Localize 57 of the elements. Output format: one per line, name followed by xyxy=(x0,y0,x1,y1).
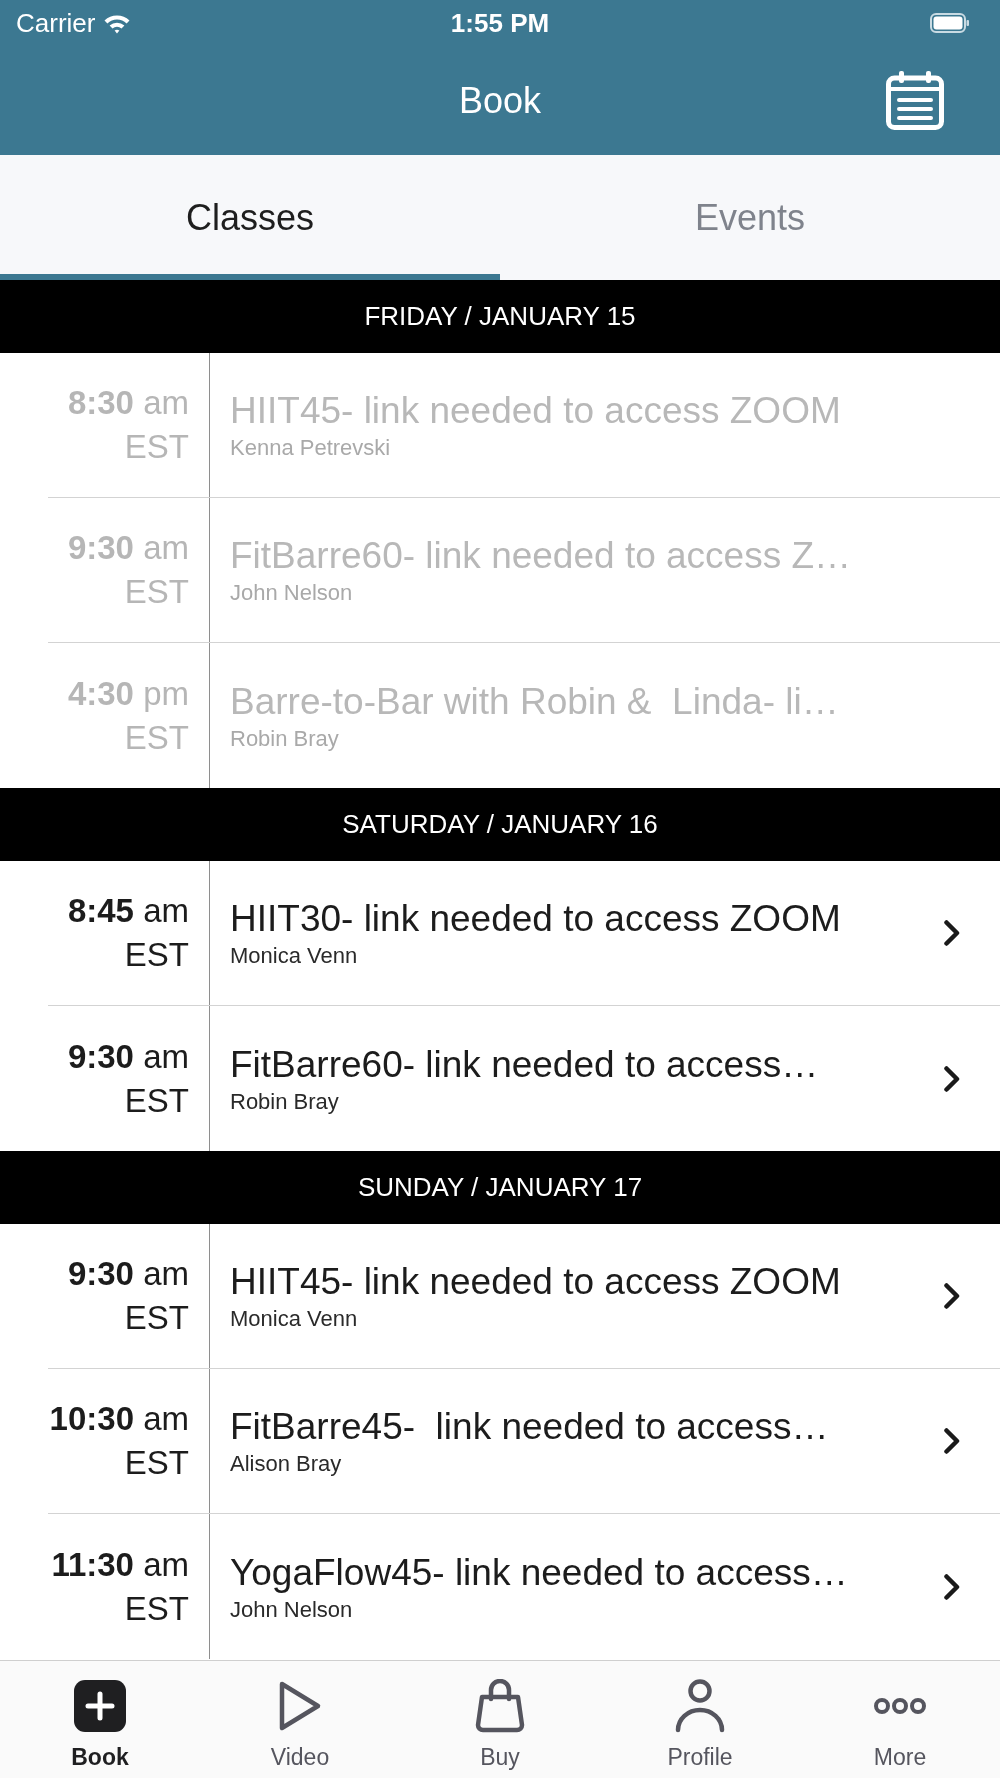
time-zone: EST xyxy=(124,427,189,467)
instructor-name: Alison Bray xyxy=(230,1450,342,1478)
class-time: 9:30 am xyxy=(67,1036,189,1077)
class-time: 4:30 pm xyxy=(67,673,189,714)
tab-bar-item[interactable]: Profile xyxy=(600,1661,800,1778)
time-zone: EST xyxy=(124,935,189,975)
instructor-name: John Nelson xyxy=(230,579,353,607)
class-title: Barre-to-Bar with Robin & Linda- li… xyxy=(230,679,839,724)
time-zone: EST xyxy=(124,572,189,612)
class-title: FitBarre60- link needed to access… xyxy=(230,1042,819,1087)
instructor-name: John Nelson xyxy=(230,1595,353,1624)
class-title: YogaFlow45- link needed to access… xyxy=(230,1550,848,1595)
wifi-icon xyxy=(103,12,132,34)
battery-icon xyxy=(930,13,970,33)
page-title: Book xyxy=(458,78,542,123)
class-time: 9:30 am xyxy=(67,528,189,568)
play-icon xyxy=(278,1680,322,1732)
class-title: HIIT45- link needed to access ZOOM xyxy=(230,1260,841,1304)
chevron-right-icon xyxy=(944,1065,960,1092)
instructor-name: Monica Venn xyxy=(230,942,358,970)
chevron-right-icon xyxy=(944,920,960,946)
chevron-right-icon xyxy=(944,1573,960,1600)
instructor-name: Robin Bray xyxy=(230,1087,339,1116)
chevron-right-icon xyxy=(944,1283,960,1309)
chevron-right-icon xyxy=(944,1428,960,1454)
instructor-name: Robin Bray xyxy=(230,724,339,753)
day-header: FRIDAY / JANUARY 15 xyxy=(0,280,1000,353)
tab-bar-item[interactable]: Buy xyxy=(400,1661,600,1778)
class-title: FitBarre60- link needed to access Z… xyxy=(230,534,852,578)
time-zone: EST xyxy=(124,717,189,758)
carrier-label: Carrier xyxy=(16,8,96,38)
class-time: 9:30 am xyxy=(67,1254,189,1294)
time-zone: EST xyxy=(124,1080,189,1121)
instructor-name: Kenna Petrevski xyxy=(230,434,391,462)
class-time: 10:30 am xyxy=(49,1399,189,1439)
instructor-name: Monica Venn xyxy=(230,1305,358,1333)
time-zone: EST xyxy=(124,1298,189,1338)
class-time: 8:45 am xyxy=(67,891,189,931)
time-zone: EST xyxy=(124,1443,189,1483)
tab-bar-item[interactable]: More xyxy=(800,1661,1000,1778)
status-time: 1:55 PM xyxy=(450,8,550,38)
day-header: SATURDAY / JANUARY 16 xyxy=(0,788,1000,861)
class-title: HIIT30- link needed to access ZOOM xyxy=(230,897,841,941)
plus-square-icon xyxy=(74,1680,126,1732)
calendar-icon[interactable] xyxy=(886,70,944,130)
time-zone: EST xyxy=(124,1588,189,1629)
ellipsis-icon xyxy=(874,1697,926,1715)
shopping-bag-icon xyxy=(474,1679,526,1733)
tab-bar-item[interactable]: Video xyxy=(200,1661,400,1778)
day-header: SUNDAY / JANUARY 17 xyxy=(0,1151,1000,1224)
class-time: 11:30 am xyxy=(51,1544,189,1585)
tab[interactable]: Events xyxy=(500,155,1000,280)
tab-bar-item[interactable]: Book xyxy=(0,1661,200,1778)
class-time: 8:30 am xyxy=(67,383,189,423)
class-title: HIIT45- link needed to access ZOOM xyxy=(230,389,841,433)
person-icon xyxy=(675,1679,725,1733)
class-title: FitBarre45- link needed to access… xyxy=(230,1405,829,1449)
